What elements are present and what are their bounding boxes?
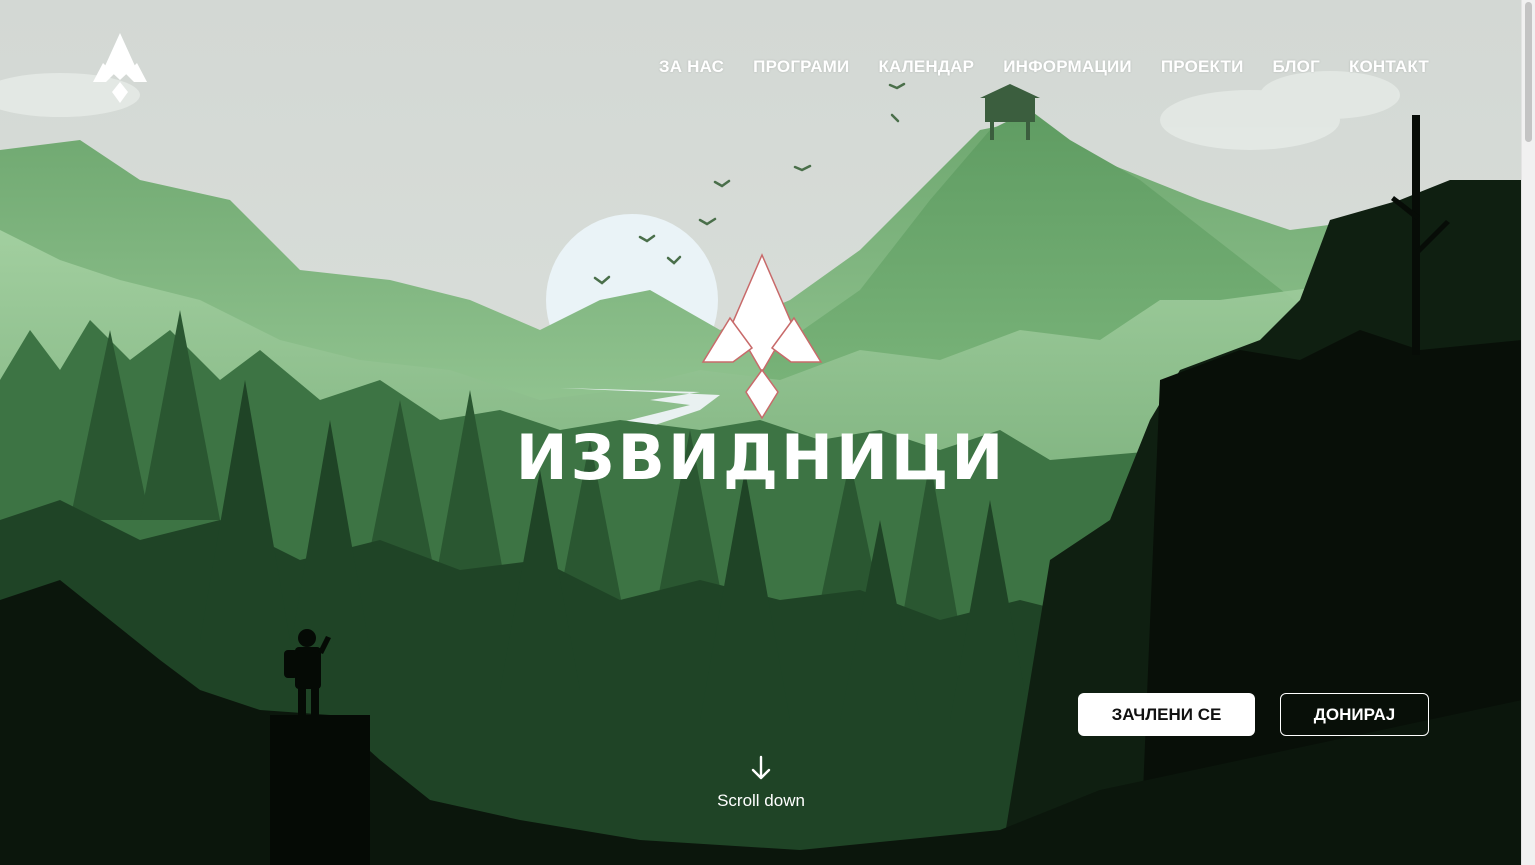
scroll-down-label: Scroll down <box>717 791 805 810</box>
nav-item-information[interactable]: ИНФОРМАЦИИ <box>1003 57 1132 77</box>
scrollbar-thumb[interactable] <box>1525 2 1532 142</box>
page-scrollbar[interactable] <box>1521 0 1535 865</box>
nav-item-contact[interactable]: КОНТАКТ <box>1349 57 1429 77</box>
brand-wordmark: ИЗВИДНИЦИ <box>515 421 1007 494</box>
nav-item-about[interactable]: ЗА НАС <box>659 57 724 77</box>
scroll-down-link[interactable]: Scroll down <box>0 755 1522 811</box>
home-logo-link[interactable] <box>90 30 150 105</box>
scouts-emblem-icon <box>701 253 823 420</box>
nav-item-projects[interactable]: ПРОЕКТИ <box>1161 57 1244 77</box>
main-navigation: ЗА НАС ПРОГРАМИ КАЛЕНДАР ИНФОРМАЦИИ ПРОЕ… <box>659 57 1429 77</box>
nav-item-programs[interactable]: ПРОГРАМИ <box>753 57 849 77</box>
scouts-logo-icon <box>93 33 147 103</box>
nav-item-calendar[interactable]: КАЛЕНДАР <box>878 57 974 77</box>
donate-button[interactable]: ДОНИРАЈ <box>1280 693 1429 736</box>
hero-section: ЗА НАС ПРОГРАМИ КАЛЕНДАР ИНФОРМАЦИИ ПРОЕ… <box>0 0 1522 865</box>
join-button[interactable]: ЗАЧЛЕНИ СЕ <box>1078 693 1255 736</box>
nav-item-blog[interactable]: БЛОГ <box>1273 57 1320 77</box>
arrow-down-icon <box>751 755 771 780</box>
